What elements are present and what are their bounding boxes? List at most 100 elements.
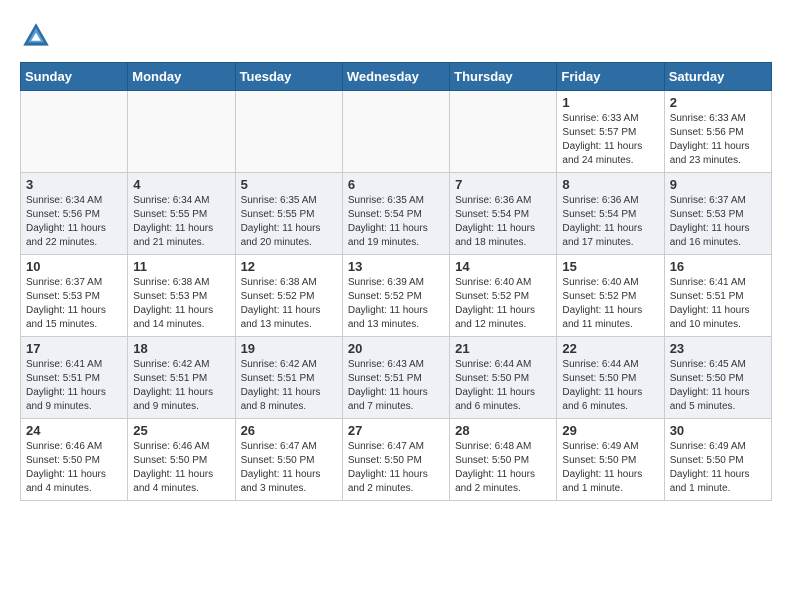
weekday-header-monday: Monday bbox=[128, 63, 235, 91]
day-info: Sunrise: 6:40 AM Sunset: 5:52 PM Dayligh… bbox=[455, 276, 551, 332]
day-info: Sunrise: 6:39 AM Sunset: 5:52 PM Dayligh… bbox=[348, 276, 444, 332]
day-number: 29 bbox=[562, 423, 658, 438]
day-number: 12 bbox=[241, 259, 337, 274]
calendar-day: 19Sunrise: 6:42 AM Sunset: 5:51 PM Dayli… bbox=[235, 337, 342, 419]
day-info: Sunrise: 6:33 AM Sunset: 5:56 PM Dayligh… bbox=[670, 112, 766, 168]
calendar-week-row: 17 Sunrise: 6:41 AM Sunset: 5:51 PM Dayli… bbox=[21, 337, 772, 419]
day-number: 3 bbox=[26, 177, 122, 192]
calendar-day: 22 Sunrise: 6:44 AM Sunset: 5:50 PM Dayli… bbox=[557, 337, 664, 419]
day-number: 6 bbox=[348, 177, 444, 192]
calendar-week-row: 24 Sunrise: 6:46 AM Sunset: 5:50 PM Dayli… bbox=[21, 419, 772, 501]
calendar-day bbox=[235, 91, 342, 173]
day-info: Sunrise: 6:35 AM Sunset: 5:55 PM Dayligh… bbox=[241, 194, 337, 250]
weekday-header-row: SundayMondayTuesdayWednesdayThursdayFrid… bbox=[21, 63, 772, 91]
calendar-day: 5 Sunrise: 6:35 AM Sunset: 5:55 PM Daylig… bbox=[235, 173, 342, 255]
calendar-day: 30 Sunrise: 6:49 AM Sunset: 5:50 PM Dayli… bbox=[664, 419, 771, 501]
calendar-day: 25 Sunrise: 6:46 AM Sunset: 5:50 PM Dayli… bbox=[128, 419, 235, 501]
day-number: 27 bbox=[348, 423, 444, 438]
calendar-day bbox=[450, 91, 557, 173]
day-number: 20 bbox=[348, 341, 444, 356]
day-number: 30 bbox=[670, 423, 766, 438]
calendar-day: 12 Sunrise: 6:38 AM Sunset: 5:52 PM Dayli… bbox=[235, 255, 342, 337]
weekday-header-wednesday: Wednesday bbox=[342, 63, 449, 91]
day-info: Sunrise: 6:37 AM Sunset: 5:53 PM Dayligh… bbox=[670, 194, 766, 250]
calendar-day: 6Sunrise: 6:35 AM Sunset: 5:54 PM Daylig… bbox=[342, 173, 449, 255]
day-info: Sunrise: 6:37 AM Sunset: 5:53 PM Dayligh… bbox=[26, 276, 122, 332]
calendar-day: 14 Sunrise: 6:40 AM Sunset: 5:52 PM Dayli… bbox=[450, 255, 557, 337]
day-number: 23 bbox=[670, 341, 766, 356]
calendar-week-row: 10 Sunrise: 6:37 AM Sunset: 5:53 PM Dayli… bbox=[21, 255, 772, 337]
day-number: 28 bbox=[455, 423, 551, 438]
calendar-day: 13 Sunrise: 6:39 AM Sunset: 5:52 PM Dayli… bbox=[342, 255, 449, 337]
calendar-day: 24 Sunrise: 6:46 AM Sunset: 5:50 PM Dayli… bbox=[21, 419, 128, 501]
day-number: 10 bbox=[26, 259, 122, 274]
day-info: Sunrise: 6:49 AM Sunset: 5:50 PM Dayligh… bbox=[670, 440, 766, 496]
page-header bbox=[20, 20, 772, 52]
day-number: 13 bbox=[348, 259, 444, 274]
day-info: Sunrise: 6:49 AM Sunset: 5:50 PM Dayligh… bbox=[562, 440, 658, 496]
day-number: 19 bbox=[241, 341, 337, 356]
day-info: Sunrise: 6:48 AM Sunset: 5:50 PM Dayligh… bbox=[455, 440, 551, 496]
day-number: 1 bbox=[562, 95, 658, 110]
calendar-day: 10 Sunrise: 6:37 AM Sunset: 5:53 PM Dayli… bbox=[21, 255, 128, 337]
calendar-day: 16Sunrise: 6:41 AM Sunset: 5:51 PM Dayli… bbox=[664, 255, 771, 337]
day-number: 21 bbox=[455, 341, 551, 356]
day-number: 18 bbox=[133, 341, 229, 356]
calendar-day: 17 Sunrise: 6:41 AM Sunset: 5:51 PM Dayli… bbox=[21, 337, 128, 419]
calendar-day: 26Sunrise: 6:47 AM Sunset: 5:50 PM Dayli… bbox=[235, 419, 342, 501]
day-info: Sunrise: 6:42 AM Sunset: 5:51 PM Dayligh… bbox=[133, 358, 229, 414]
day-info: Sunrise: 6:47 AM Sunset: 5:50 PM Dayligh… bbox=[241, 440, 337, 496]
day-info: Sunrise: 6:45 AM Sunset: 5:50 PM Dayligh… bbox=[670, 358, 766, 414]
day-number: 16 bbox=[670, 259, 766, 274]
day-info: Sunrise: 6:34 AM Sunset: 5:56 PM Dayligh… bbox=[26, 194, 122, 250]
calendar-day: 23 Sunrise: 6:45 AM Sunset: 5:50 PM Dayli… bbox=[664, 337, 771, 419]
calendar-day: 7Sunrise: 6:36 AM Sunset: 5:54 PM Daylig… bbox=[450, 173, 557, 255]
day-info: Sunrise: 6:46 AM Sunset: 5:50 PM Dayligh… bbox=[133, 440, 229, 496]
logo bbox=[20, 20, 58, 52]
weekday-header-saturday: Saturday bbox=[664, 63, 771, 91]
day-info: Sunrise: 6:36 AM Sunset: 5:54 PM Dayligh… bbox=[455, 194, 551, 250]
calendar-day: 29 Sunrise: 6:49 AM Sunset: 5:50 PM Dayli… bbox=[557, 419, 664, 501]
calendar-day bbox=[128, 91, 235, 173]
day-number: 4 bbox=[133, 177, 229, 192]
calendar-day: 11Sunrise: 6:38 AM Sunset: 5:53 PM Dayli… bbox=[128, 255, 235, 337]
calendar-day: 18 Sunrise: 6:42 AM Sunset: 5:51 PM Dayli… bbox=[128, 337, 235, 419]
calendar-day: 4 Sunrise: 6:34 AM Sunset: 5:55 PM Daylig… bbox=[128, 173, 235, 255]
day-info: Sunrise: 6:46 AM Sunset: 5:50 PM Dayligh… bbox=[26, 440, 122, 496]
calendar-day: 8 Sunrise: 6:36 AM Sunset: 5:54 PM Daylig… bbox=[557, 173, 664, 255]
day-number: 14 bbox=[455, 259, 551, 274]
day-number: 2 bbox=[670, 95, 766, 110]
day-number: 22 bbox=[562, 341, 658, 356]
day-number: 8 bbox=[562, 177, 658, 192]
calendar-day: 28 Sunrise: 6:48 AM Sunset: 5:50 PM Dayli… bbox=[450, 419, 557, 501]
calendar-week-row: 1 Sunrise: 6:33 AM Sunset: 5:57 PM Daylig… bbox=[21, 91, 772, 173]
day-info: Sunrise: 6:43 AM Sunset: 5:51 PM Dayligh… bbox=[348, 358, 444, 414]
logo-icon bbox=[20, 20, 52, 52]
weekday-header-sunday: Sunday bbox=[21, 63, 128, 91]
weekday-header-tuesday: Tuesday bbox=[235, 63, 342, 91]
day-info: Sunrise: 6:44 AM Sunset: 5:50 PM Dayligh… bbox=[562, 358, 658, 414]
day-number: 9 bbox=[670, 177, 766, 192]
day-info: Sunrise: 6:36 AM Sunset: 5:54 PM Dayligh… bbox=[562, 194, 658, 250]
day-number: 5 bbox=[241, 177, 337, 192]
day-info: Sunrise: 6:38 AM Sunset: 5:52 PM Dayligh… bbox=[241, 276, 337, 332]
day-info: Sunrise: 6:41 AM Sunset: 5:51 PM Dayligh… bbox=[26, 358, 122, 414]
day-info: Sunrise: 6:33 AM Sunset: 5:57 PM Dayligh… bbox=[562, 112, 658, 168]
day-info: Sunrise: 6:47 AM Sunset: 5:50 PM Dayligh… bbox=[348, 440, 444, 496]
day-info: Sunrise: 6:38 AM Sunset: 5:53 PM Dayligh… bbox=[133, 276, 229, 332]
calendar-day: 21Sunrise: 6:44 AM Sunset: 5:50 PM Dayli… bbox=[450, 337, 557, 419]
calendar-day: 3 Sunrise: 6:34 AM Sunset: 5:56 PM Daylig… bbox=[21, 173, 128, 255]
calendar-day: 27 Sunrise: 6:47 AM Sunset: 5:50 PM Dayli… bbox=[342, 419, 449, 501]
day-number: 17 bbox=[26, 341, 122, 356]
weekday-header-thursday: Thursday bbox=[450, 63, 557, 91]
calendar-day: 2 Sunrise: 6:33 AM Sunset: 5:56 PM Daylig… bbox=[664, 91, 771, 173]
calendar-day: 15Sunrise: 6:40 AM Sunset: 5:52 PM Dayli… bbox=[557, 255, 664, 337]
day-number: 15 bbox=[562, 259, 658, 274]
calendar-day bbox=[21, 91, 128, 173]
weekday-header-friday: Friday bbox=[557, 63, 664, 91]
day-number: 24 bbox=[26, 423, 122, 438]
day-info: Sunrise: 6:34 AM Sunset: 5:55 PM Dayligh… bbox=[133, 194, 229, 250]
calendar-week-row: 3 Sunrise: 6:34 AM Sunset: 5:56 PM Daylig… bbox=[21, 173, 772, 255]
calendar-table: SundayMondayTuesdayWednesdayThursdayFrid… bbox=[20, 62, 772, 501]
day-number: 25 bbox=[133, 423, 229, 438]
